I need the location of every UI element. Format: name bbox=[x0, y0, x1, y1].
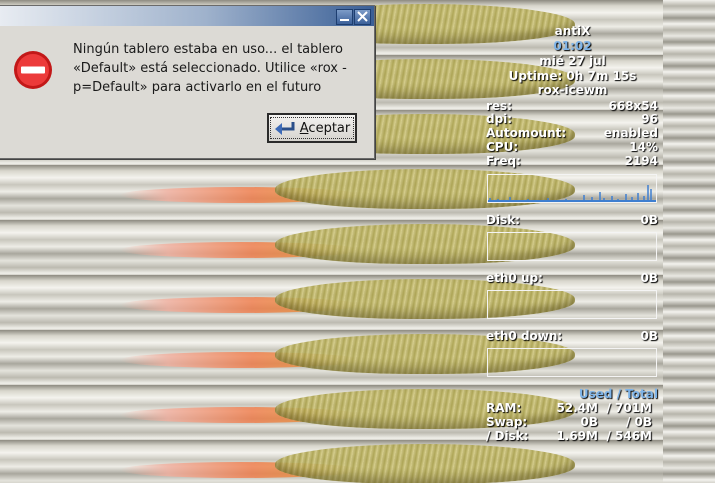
disk-io-graph bbox=[487, 232, 657, 261]
stat-row: res: 668x54 bbox=[486, 99, 658, 113]
memory-header: Used / Total bbox=[578, 387, 658, 401]
wallpaper-band bbox=[0, 440, 715, 483]
eth0-down-value: 0B bbox=[640, 329, 659, 343]
accept-label: Aceptar bbox=[299, 120, 351, 136]
stat-label: dpi: bbox=[486, 112, 513, 126]
stat-label: Automount: bbox=[486, 126, 567, 140]
eth0-up-row: eth0 up: 0B bbox=[486, 271, 658, 285]
stat-row: dpi: 96 bbox=[486, 112, 658, 126]
disk-io-label: Disk: bbox=[486, 213, 520, 227]
uptime: Uptime: 0h 7m 15s bbox=[508, 69, 637, 83]
stat-row: Automount: enabled bbox=[486, 126, 658, 140]
swap-used: 0B bbox=[580, 415, 599, 429]
root-disk-label: / Disk: bbox=[486, 429, 529, 443]
eth0-up-label: eth0 up: bbox=[486, 271, 543, 285]
accept-button[interactable]: Aceptar bbox=[267, 113, 357, 143]
eth0-up-value: 0B bbox=[640, 271, 659, 285]
stat-value: 14% bbox=[629, 140, 658, 154]
eth0-down-graph bbox=[487, 348, 657, 377]
root-disk-used: 1.69M bbox=[556, 429, 598, 443]
return-arrow-icon bbox=[274, 122, 295, 135]
session: rox-icewm bbox=[537, 83, 608, 97]
ram-label: RAM: bbox=[486, 401, 522, 415]
stop-icon bbox=[13, 50, 53, 90]
disk-io-value: 0B bbox=[640, 213, 659, 227]
stat-label: res: bbox=[486, 99, 512, 113]
stat-value: 2194 bbox=[624, 154, 658, 168]
stat-label: CPU: bbox=[486, 140, 519, 154]
root-disk-total: / 546M bbox=[606, 429, 652, 443]
swap-label: Swap: bbox=[486, 415, 528, 429]
stat-row: Freq: 2194 bbox=[486, 154, 658, 168]
stat-row: CPU: 14% bbox=[486, 140, 658, 154]
eth0-down-row: eth0 down: 0B bbox=[486, 329, 658, 343]
stat-value: 668x54 bbox=[608, 99, 659, 113]
dialog-message: Ningún tablero estaba en uso... el table… bbox=[73, 42, 347, 95]
stat-label: Freq: bbox=[486, 154, 521, 168]
eth0-down-label: eth0 down: bbox=[486, 329, 563, 343]
hostname: antiX bbox=[554, 24, 591, 38]
date: mié 27 jul bbox=[539, 54, 606, 68]
swap-total: / 0B bbox=[625, 415, 652, 429]
stat-value: 96 bbox=[641, 112, 658, 126]
ram-total: / 701M bbox=[606, 401, 652, 415]
minimize-icon[interactable] bbox=[336, 9, 353, 25]
stat-value: enabled bbox=[603, 126, 658, 140]
wallpaper-stripe bbox=[663, 0, 715, 483]
error-dialog: Ningún tablero estaba en uso... el table… bbox=[0, 5, 375, 159]
close-icon[interactable] bbox=[354, 9, 371, 25]
dialog-titlebar[interactable] bbox=[0, 6, 374, 26]
eth0-up-graph bbox=[487, 290, 657, 319]
cpu-graph bbox=[487, 174, 657, 203]
ram-used: 52.4M bbox=[556, 401, 598, 415]
disk-io-row: Disk: 0B bbox=[486, 213, 658, 227]
clock: 01:02 bbox=[553, 39, 592, 53]
